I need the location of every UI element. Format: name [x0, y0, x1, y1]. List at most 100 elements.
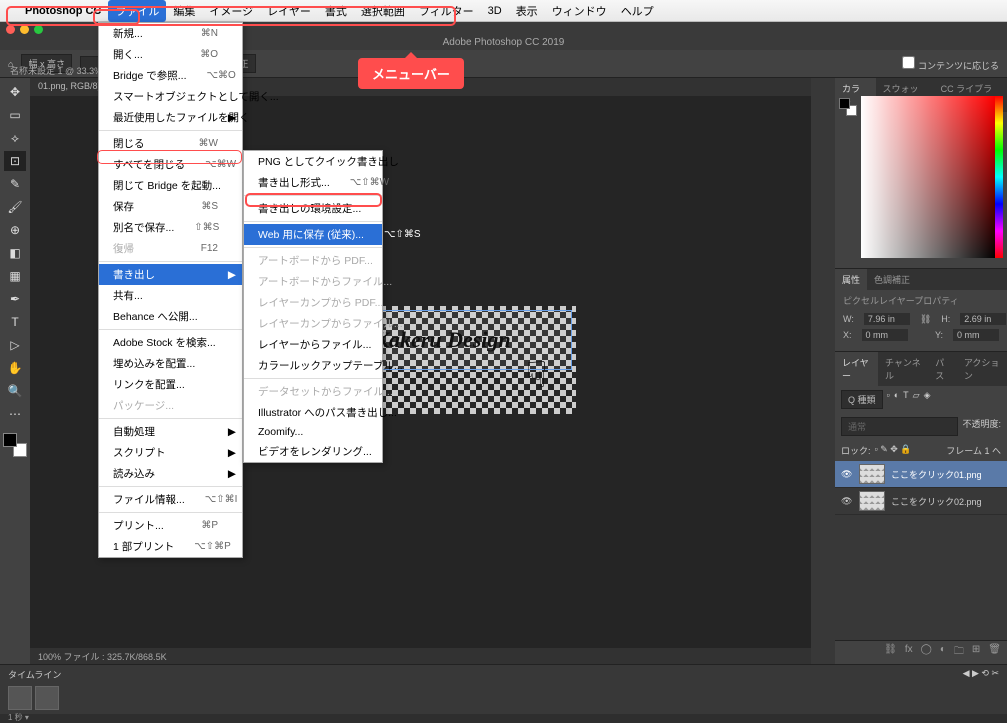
layer-kind-filter[interactable]: Q 種類 — [841, 390, 883, 409]
collapsed-panel-strip[interactable] — [811, 78, 835, 664]
menubar-image[interactable]: イメージ — [202, 0, 260, 22]
menubar-help[interactable]: ヘルプ — [614, 0, 661, 22]
menu-item[interactable]: すべてを閉じる⌥⌘W — [99, 154, 242, 175]
menu-item[interactable]: 読み込み▶ — [99, 463, 242, 484]
prop-w[interactable]: 7.96 in — [864, 313, 910, 325]
menubar-app[interactable]: Photoshop CC — [18, 2, 108, 20]
tab-properties[interactable]: 属性 — [835, 269, 867, 290]
tool-gradient[interactable]: ▦ — [4, 266, 26, 286]
timeline-title[interactable]: タイムライン — [8, 668, 61, 681]
menu-item[interactable]: カラールックアップテーブル... — [244, 355, 382, 376]
menu-item[interactable]: 閉じて Bridge を起動...⇧⌘W — [99, 175, 242, 196]
filter-adjust-icon[interactable]: ◐ — [894, 390, 899, 409]
menubar-layer[interactable]: レイヤー — [260, 0, 318, 22]
timeline-controls[interactable]: ◀ ▶ ⟲ ✂ — [963, 668, 999, 681]
color-panel-fgbg[interactable] — [839, 98, 857, 116]
menu-item[interactable]: Illustrator へのパス書き出し... — [244, 402, 382, 423]
menu-item[interactable]: 共有... — [99, 285, 242, 306]
menu-item[interactable]: リンクを配置... — [99, 374, 242, 395]
new-layer-icon[interactable]: ⊞ — [972, 644, 980, 661]
tab-paths[interactable]: パス — [928, 352, 957, 386]
tool-hand[interactable]: ✋ — [4, 358, 26, 378]
filter-type-icon[interactable]: T — [903, 390, 909, 409]
menubar-type[interactable]: 書式 — [318, 0, 354, 22]
menu-item[interactable]: スマートオブジェクトとして開く... — [99, 86, 242, 107]
menu-item[interactable]: 1 部プリント⌥⇧⌘P — [99, 536, 242, 557]
menu-item[interactable]: 閉じる⌘W — [99, 133, 242, 154]
menu-item[interactable]: 自動処理▶ — [99, 421, 242, 442]
menu-item[interactable]: 新規...⌘N — [99, 23, 242, 44]
visibility-icon[interactable]: 👁 — [841, 496, 853, 507]
visibility-icon[interactable]: 👁 — [841, 469, 853, 480]
tool-brush[interactable]: 🖌 — [4, 197, 26, 217]
mask-icon[interactable]: ◯ — [921, 644, 932, 661]
menubar-window[interactable]: ウィンドウ — [545, 0, 614, 22]
menubar-view[interactable]: 表示 — [509, 0, 545, 22]
menu-item[interactable]: 書き出し▶ — [99, 264, 242, 285]
menu-item[interactable]: Zoomify... — [244, 423, 382, 441]
tab-channels[interactable]: チャンネル — [878, 352, 928, 386]
prop-y[interactable]: 0 mm — [953, 329, 999, 341]
zoom-window[interactable] — [34, 25, 43, 34]
link-icon[interactable]: ⛓ — [920, 314, 931, 325]
menubar-edit[interactable]: 編集 — [166, 0, 202, 22]
menu-item[interactable]: ビデオをレンダリング... — [244, 441, 382, 462]
menu-item[interactable]: スクリプト▶ — [99, 442, 242, 463]
tab-layers[interactable]: レイヤー — [835, 352, 878, 386]
menu-item[interactable]: 書き出し形式...⌥⇧⌘W — [244, 172, 382, 193]
doc-tab-1[interactable]: 名称未設定 1 @ 33.3% — [10, 64, 102, 77]
tool-crop[interactable]: ⊡ — [4, 151, 26, 171]
link-layers-icon[interactable]: ⛓ — [884, 644, 897, 661]
timeline-frame-duration[interactable]: 1 秒 ▾ — [0, 712, 1007, 723]
menu-item[interactable]: Adobe Stock を検索... — [99, 332, 242, 353]
hue-slider[interactable] — [995, 96, 1003, 258]
menu-item[interactable]: 書き出しの環境設定... — [244, 198, 382, 219]
tool-pen[interactable]: ✒ — [4, 289, 26, 309]
layer-name[interactable]: ここをクリック01.png — [891, 468, 982, 481]
tab-adjustments[interactable]: 色調補正 — [867, 269, 917, 290]
content-aware-checkbox[interactable] — [902, 56, 915, 69]
tab-actions[interactable]: アクション — [957, 352, 1007, 386]
menu-item[interactable]: 別名で保存...⇧⌘S — [99, 217, 242, 238]
menubar-select[interactable]: 選択範囲 — [354, 0, 412, 22]
tool-move[interactable]: ✥ — [4, 82, 26, 102]
menu-item[interactable]: Bridge で参照...⌥⌘O — [99, 65, 242, 86]
menu-item[interactable]: Web 用に保存 (従来)...⌥⇧⌘S — [244, 224, 382, 245]
menu-item[interactable]: Behance へ公開... — [99, 306, 242, 327]
menubar-file[interactable]: ファイル — [108, 0, 166, 22]
lock-icons[interactable]: ▫ ✎ ✥ 🔒 — [875, 444, 912, 457]
menu-item[interactable]: 最近使用したファイルを開く▶ — [99, 107, 242, 128]
tool-type[interactable]: T — [4, 312, 26, 332]
tool-marquee[interactable]: ▭ — [4, 105, 26, 125]
layer-name[interactable]: ここをクリック02.png — [891, 495, 982, 508]
fx-icon[interactable]: fx — [905, 644, 913, 661]
menu-item[interactable]: レイヤーからファイル... — [244, 334, 382, 355]
tool-eraser[interactable]: ◧ — [4, 243, 26, 263]
tool-eyedropper[interactable]: ✎ — [4, 174, 26, 194]
menu-item[interactable]: 埋め込みを配置... — [99, 353, 242, 374]
menubar-3d[interactable]: 3D — [481, 2, 509, 20]
filter-shape-icon[interactable]: ▱ — [913, 390, 920, 409]
menu-item[interactable]: 保存⌘S — [99, 196, 242, 217]
prop-h[interactable]: 2.69 in — [960, 313, 1006, 325]
menubar-filter[interactable]: フィルター — [412, 0, 481, 22]
timeline-frame[interactable] — [35, 686, 59, 710]
menu-item[interactable]: 開く...⌘O — [99, 44, 242, 65]
delete-icon[interactable]: 🗑 — [988, 644, 1001, 661]
adjustment-icon[interactable]: ◐ — [940, 644, 946, 661]
tool-more[interactable]: ⋯ — [4, 404, 26, 424]
foreground-background-color[interactable] — [3, 433, 27, 457]
opt-content-aware[interactable]: コンテンツに応じる — [902, 56, 999, 72]
blend-mode[interactable]: 通常 — [841, 417, 958, 436]
menu-item[interactable]: プリント...⌘P — [99, 515, 242, 536]
tool-lasso[interactable]: ⟡ — [4, 128, 26, 148]
tool-path[interactable]: ▷ — [4, 335, 26, 355]
tool-stamp[interactable]: ⊕ — [4, 220, 26, 240]
layer-row[interactable]: 👁 ここをクリック01.png — [835, 461, 1007, 488]
menu-item[interactable]: ファイル情報...⌥⇧⌘I — [99, 489, 242, 510]
group-icon[interactable]: 🗀 — [954, 644, 964, 661]
prop-x[interactable]: 0 mm — [862, 329, 908, 341]
minimize-window[interactable] — [20, 25, 29, 34]
timeline-frame[interactable] — [8, 686, 32, 710]
tool-zoom[interactable]: 🔍 — [4, 381, 26, 401]
